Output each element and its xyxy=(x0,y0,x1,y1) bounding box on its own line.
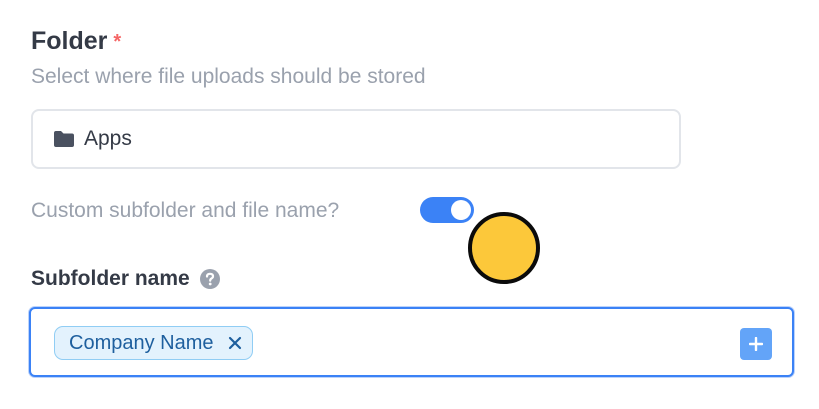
subfolder-name-input[interactable]: Company Name xyxy=(29,307,794,377)
upload-settings-form: Folder * Select where file uploads should… xyxy=(0,0,819,409)
token-chip[interactable]: Company Name xyxy=(54,326,253,360)
subfolder-name-label: Subfolder name xyxy=(31,265,221,293)
folder-select[interactable]: Apps xyxy=(31,109,681,169)
folder-selected-value: Apps xyxy=(84,127,132,150)
token-chip-label: Company Name xyxy=(69,331,214,354)
cursor-marker xyxy=(468,212,540,284)
custom-subfolder-label: Custom subfolder and file name? xyxy=(31,199,340,222)
toggle-knob xyxy=(451,200,471,220)
close-icon[interactable] xyxy=(228,336,242,350)
folder-label: Folder * xyxy=(31,26,121,56)
required-asterisk: * xyxy=(113,31,122,53)
subfolder-name-label-text: Subfolder name xyxy=(31,267,190,290)
add-token-button[interactable] xyxy=(740,328,772,360)
folder-icon xyxy=(54,131,74,147)
folder-help-text: Select where file uploads should be stor… xyxy=(31,65,426,88)
custom-subfolder-toggle[interactable] xyxy=(420,197,474,223)
folder-label-text: Folder xyxy=(31,27,108,55)
question-circle-icon[interactable] xyxy=(199,268,221,290)
plus-icon xyxy=(749,337,763,351)
